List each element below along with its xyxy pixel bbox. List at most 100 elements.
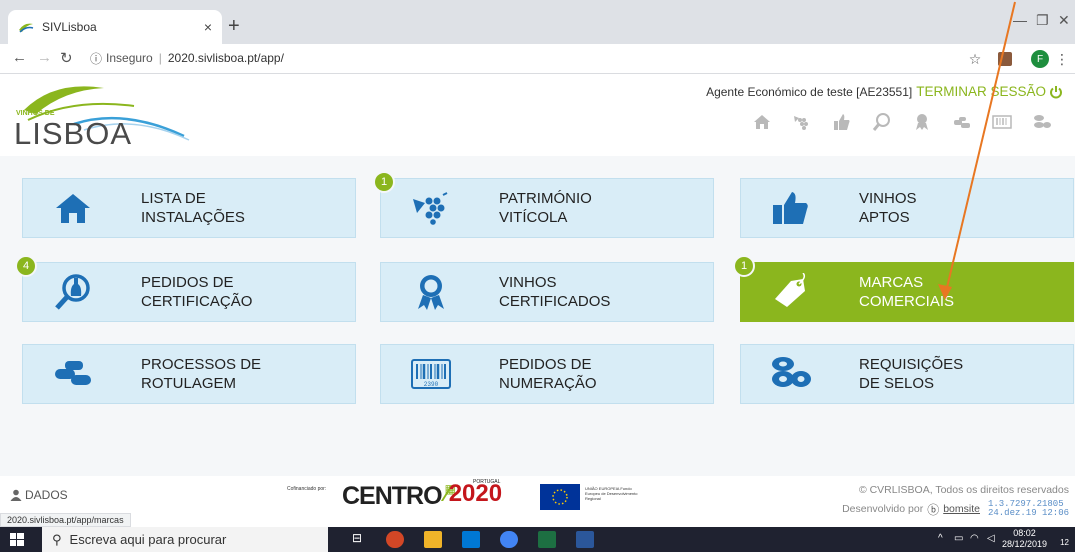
tab-title: SIVLisboa (42, 20, 97, 34)
magnifier-icon[interactable] (872, 112, 892, 132)
tile-line2: VITÍCOLA (499, 209, 568, 226)
portugal-logo-label: PORTUGAL (473, 479, 501, 485)
barcode-icon[interactable] (992, 112, 1012, 132)
bomsite-logo-icon: ⓑ (927, 502, 940, 517)
home-icon[interactable] (752, 112, 772, 132)
clock-date: 28/12/2019 (1001, 539, 1047, 549)
user-icon (10, 489, 22, 501)
tile-processos-rotulagem[interactable]: PROCESSOS DE ROTULAGEM (22, 344, 356, 404)
excel-icon[interactable] (538, 531, 556, 548)
tile-pedidos-numeracao[interactable]: 2390 PEDIDOS DE NUMERAÇÃO (380, 344, 714, 404)
back-icon[interactable]: ← (12, 49, 27, 66)
profile-avatar[interactable]: F (1030, 48, 1050, 70)
page-footer: DADOS Cofinanciado por: CENTRO ▦ ⁄2020 PO… (0, 476, 1075, 526)
extension-icon[interactable] (996, 48, 1014, 70)
seal-rolls-icon (769, 354, 813, 394)
barcode-icon: 2390 (409, 354, 453, 394)
clock-time: 08:02 (1013, 528, 1036, 538)
labels-icon (51, 354, 95, 394)
tile-line2: NUMERAÇÃO (499, 375, 597, 392)
tile-pedidos-certificacao[interactable]: 4 PEDIDOS DE CERTIFICAÇÃO (15, 255, 356, 322)
tile-line1: VINHOS (859, 190, 917, 207)
tile-line2: COMERCIAIS (859, 293, 955, 310)
agent-bar: Agente Económico de teste [AE23551] TERM… (706, 84, 1063, 99)
site-logo[interactable]: VINHOS DE LISBOA (14, 80, 204, 151)
developer-link[interactable]: bomsite (943, 503, 980, 515)
tile-line2: CERTIFICADOS (499, 293, 611, 310)
file-explorer-icon[interactable] (424, 531, 442, 548)
forward-icon[interactable]: → (37, 49, 52, 66)
tile-vinhos-certificados[interactable]: VINHOS CERTIFICADOS (380, 262, 714, 322)
volume-icon[interactable]: ◁ (987, 533, 995, 544)
windows-start-icon[interactable] (10, 533, 24, 551)
new-tab-button[interactable]: + (228, 16, 240, 36)
tile-line1: REQUISIÇÕES (859, 356, 964, 373)
centro-2020-logo: CENTRO ▦ (342, 482, 456, 510)
outlook-icon[interactable] (462, 531, 480, 548)
logo-big-text: LISBOA (14, 116, 132, 151)
browser-tabstrip: SIVLisboa × + — ❐ ✕ (0, 0, 1075, 44)
thumbs-up-icon (769, 188, 813, 228)
tile-line1: PEDIDOS DE (141, 274, 234, 291)
tile-line2: ROTULAGEM (141, 375, 237, 392)
tile-line1: PATRIMÓNIO (499, 190, 592, 207)
browser-tab[interactable]: SIVLisboa × (8, 10, 222, 44)
search-icon: ⚲ (52, 531, 62, 547)
notification-badge: 1 (373, 171, 395, 193)
word-icon[interactable] (576, 531, 594, 548)
tile-requisicoes-selos[interactable]: REQUISIÇÕES DE SELOS (740, 344, 1074, 404)
logout-link[interactable]: TERMINAR SESSÃO (916, 84, 1046, 99)
powerpoint-icon[interactable] (386, 531, 404, 548)
reload-icon[interactable]: ↻ (60, 49, 73, 67)
status-bar-url: 2020.sivlisboa.pt/app/marcas (0, 513, 131, 527)
restore-button[interactable]: ❐ (1036, 12, 1049, 29)
task-view-icon[interactable]: ⊟ (348, 531, 366, 548)
minimize-button[interactable]: — (1013, 12, 1027, 28)
eu-fund-label: UNIÃO EUROPEIA Fundo Europeu de Desenvol… (585, 486, 638, 501)
tile-patrimonio-viticola[interactable]: 1 PATRIMÓNIO VITÍCOLA (373, 171, 714, 238)
tile-line2: APTOS (859, 209, 910, 226)
taskbar-clock[interactable]: 08:02 28/12/2019 (1002, 528, 1047, 550)
grapes-icon (409, 188, 453, 228)
grapes-icon[interactable] (792, 112, 812, 132)
dashboard-tiles: LISTA DE INSTALAÇÕES 1 PATRIMÓNIO VITÍCOLA (0, 156, 1075, 476)
tile-line1: MARCAS (859, 274, 924, 291)
dados-link[interactable]: DADOS (10, 488, 68, 502)
version-info: 1.3.7297.21805 24.dez.19 12:06 (987, 499, 1069, 518)
tray-chevron-icon[interactable]: ^ (938, 533, 943, 544)
info-icon[interactable]: ⓘ (90, 50, 102, 67)
chrome-icon[interactable] (500, 531, 518, 548)
address-separator: | (158, 51, 162, 65)
power-icon[interactable] (1049, 85, 1063, 99)
menu-kebab-icon[interactable]: ⋮ (1055, 48, 1069, 70)
labels-icon[interactable] (952, 112, 972, 132)
developed-by-label: Desenvolvido por (842, 503, 924, 515)
battery-icon[interactable]: ▭ (954, 533, 963, 544)
notification-badge: 4 (15, 255, 37, 277)
award-ribbon-icon[interactable] (912, 112, 932, 132)
developed-by: Desenvolvido por ⓑ bomsite 1.3.7297.2180… (842, 500, 1069, 518)
copyright: © CVRLISBOA, Todos os direitos reservado… (858, 484, 1069, 496)
tab-close-icon[interactable]: × (204, 19, 212, 35)
close-window-button[interactable]: ✕ (1058, 12, 1070, 29)
portugal-2020-logo: ⁄2020 PORTUGAL (445, 479, 502, 508)
tile-line2: DE SELOS (859, 375, 935, 392)
security-label: Inseguro (106, 51, 153, 65)
taskbar-search[interactable]: ⚲ Escreva aqui para procurar (42, 527, 328, 552)
tile-marcas-comerciais[interactable]: 1 MARCAS COMERCIAIS (733, 255, 1074, 322)
browser-toolbar: ← → ↻ ⓘ Inseguro | 2020.sivlisboa.pt/app… (0, 44, 1075, 74)
bookmark-star-icon[interactable]: ☆ (965, 48, 985, 70)
tile-vinhos-aptos[interactable]: VINHOS APTOS (740, 178, 1074, 238)
windows-taskbar: ⚲ Escreva aqui para procurar ⊟ ^ ▭ ◠ ◁ 0… (0, 527, 1075, 552)
agent-name: Agente Económico de teste [AE23551] (706, 84, 913, 99)
tile-lista-instalacoes[interactable]: LISTA DE INSTALAÇÕES (22, 178, 356, 238)
search-placeholder: Escreva aqui para procurar (69, 532, 227, 547)
seal-rolls-icon[interactable] (1032, 112, 1052, 132)
network-icon[interactable]: ◠ (970, 533, 979, 544)
thumbs-up-icon[interactable] (832, 112, 852, 132)
address-bar[interactable]: ⓘ Inseguro | 2020.sivlisboa.pt/app/ (90, 48, 284, 68)
tile-line1: PROCESSOS DE (141, 356, 262, 373)
tile-line2: INSTALAÇÕES (141, 209, 245, 226)
header-icon-nav (752, 112, 1052, 132)
notification-center-icon[interactable]: 12 (1053, 531, 1069, 547)
